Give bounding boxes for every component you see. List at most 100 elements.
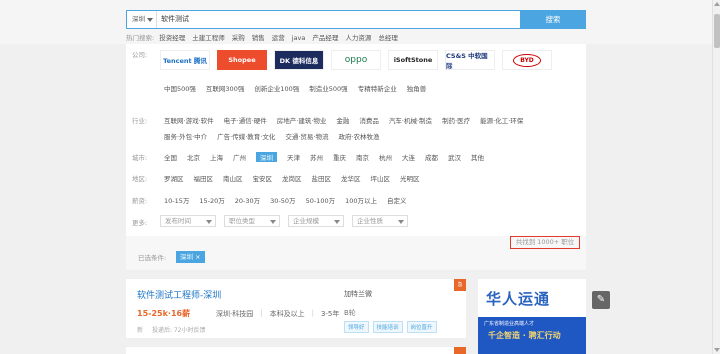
industry-option[interactable]: 服务·外包·中介 xyxy=(164,131,207,141)
industry-option[interactable]: 电子·通信·硬件 xyxy=(224,115,267,125)
page-scrollbar[interactable] xyxy=(712,0,720,354)
district-option[interactable]: 龙华区 xyxy=(341,173,361,183)
industry-option[interactable]: 消费品 xyxy=(359,115,379,125)
industry-option[interactable]: 汽车·机械·制造 xyxy=(389,115,432,125)
city-option[interactable]: 苏州 xyxy=(310,152,323,162)
job-education: 本科及以上 xyxy=(269,310,305,318)
city-option[interactable]: 武汉 xyxy=(448,152,461,162)
hot-term[interactable]: 投资经理 xyxy=(159,33,185,43)
salary-option[interactable]: 50-100万 xyxy=(306,195,336,205)
city-select[interactable]: 深圳 xyxy=(127,11,157,28)
company-category[interactable]: 互联网300强 xyxy=(206,83,244,93)
dropdown-label: 企业性质 xyxy=(357,217,383,225)
industry-option[interactable]: 房地产·建筑·物业 xyxy=(277,115,327,125)
salary-option[interactable]: 20-30万 xyxy=(235,195,260,205)
city-option[interactable]: 全国 xyxy=(164,152,177,162)
company-nature-dropdown[interactable]: 企业性质 xyxy=(352,215,408,227)
industry-option[interactable]: 交通·贸易·物流 xyxy=(285,131,328,141)
salary-option[interactable]: 自定义 xyxy=(387,195,407,205)
city-option[interactable]: 其他 xyxy=(471,152,484,162)
urgent-badge: 急 xyxy=(454,279,466,291)
search-bar: 深圳 软件测试 搜索 xyxy=(126,10,586,29)
industry-option[interactable]: 互联网·游戏·软件 xyxy=(164,115,214,125)
salary-option[interactable]: 100万以上 xyxy=(345,195,377,205)
company-category[interactable]: 制造业500强 xyxy=(309,83,347,93)
ad-line-2: 千企智造 · 聘汇行动 xyxy=(488,331,561,340)
chevron-down-icon xyxy=(398,220,404,224)
industry-option[interactable]: 广告·传媒·教育·文化 xyxy=(217,131,275,141)
city-option-active[interactable]: 深圳 xyxy=(256,152,277,162)
city-option[interactable]: 大连 xyxy=(402,152,415,162)
company-name[interactable]: 加特兰微 xyxy=(344,289,372,299)
company-logo-isoftstone[interactable]: iSoftStone xyxy=(388,50,438,70)
scroll-down-icon[interactable] xyxy=(714,348,720,352)
company-stage: B轮 xyxy=(344,309,356,317)
more-dropdowns: 发布时间 职位类型 企业规模 企业性质 xyxy=(160,215,416,227)
industry-option[interactable]: 能源·化工·环保 xyxy=(480,115,523,125)
company-category[interactable]: 独角兽 xyxy=(407,83,427,93)
city-option[interactable]: 南京 xyxy=(356,152,369,162)
job-card[interactable]: 软件测试工程师-深圳 15-25k·16薪 深圳·科技园 | 本科及以上 | 3… xyxy=(126,278,466,338)
selected-tag-shenzhen[interactable]: 深圳 × xyxy=(176,251,205,263)
scrollbar-thumb[interactable] xyxy=(714,14,720,48)
industry-option[interactable]: 制药·医疗 xyxy=(442,115,470,125)
city-select-value: 深圳 xyxy=(132,15,145,23)
city-option[interactable]: 重庆 xyxy=(333,152,346,162)
feedback-icon[interactable]: ✎ xyxy=(592,291,610,309)
scroll-up-icon[interactable] xyxy=(714,2,720,6)
district-option[interactable]: 南山区 xyxy=(223,173,243,183)
hot-term[interactable]: 总经理 xyxy=(378,33,398,43)
company-category[interactable]: 中国500强 xyxy=(164,83,196,93)
district-option[interactable]: 宝安区 xyxy=(253,173,273,183)
company-category[interactable]: 专精特新企业 xyxy=(358,83,397,93)
district-label: 地区: xyxy=(132,175,148,183)
hot-term[interactable]: java xyxy=(292,33,306,43)
district-option[interactable]: 坪山区 xyxy=(371,173,391,183)
ad-banner[interactable]: 华人运通 广东省制造业高端人才 千企智造 · 聘汇行动 xyxy=(478,279,586,354)
job-perks: 领导好 技能培训 岗位晋升 xyxy=(344,321,441,333)
city-option[interactable]: 上海 xyxy=(210,152,223,162)
district-option[interactable]: 罗湖区 xyxy=(164,173,184,183)
district-option[interactable]: 龙岗区 xyxy=(282,173,302,183)
city-option[interactable]: 成都 xyxy=(425,152,438,162)
publish-time-dropdown[interactable]: 发布时间 xyxy=(160,215,216,227)
job-type-dropdown[interactable]: 职位类型 xyxy=(224,215,280,227)
company-logo-oppo[interactable]: oppo xyxy=(331,50,381,70)
selected-label: 已选条件: xyxy=(138,254,167,262)
hot-term[interactable]: 销售 xyxy=(252,33,265,43)
salary-option[interactable]: 10-15万 xyxy=(164,195,189,205)
salary-option[interactable]: 15-20万 xyxy=(199,195,224,205)
industry-option[interactable]: 政府·农林牧渔 xyxy=(338,131,379,141)
salary-option[interactable]: 30-50万 xyxy=(270,195,295,205)
district-option[interactable]: 盐田区 xyxy=(312,173,332,183)
ad-title: 华人运通 xyxy=(486,290,551,308)
hot-term[interactable]: 采购 xyxy=(232,33,245,43)
hot-term[interactable]: 产品经理 xyxy=(312,33,338,43)
industry-option[interactable]: 金融 xyxy=(336,115,349,125)
city-option[interactable]: 广州 xyxy=(233,152,246,162)
company-logo-byd[interactable]: BYD xyxy=(502,50,552,70)
company-logo-csi[interactable]: CS&S 中软国际 xyxy=(445,50,495,70)
company-category[interactable]: 创新企业100强 xyxy=(254,83,299,93)
divider: | xyxy=(260,309,263,317)
search-input[interactable]: 软件测试 xyxy=(161,11,189,28)
company-logo-shopee[interactable]: Shopee xyxy=(217,50,267,70)
city-option[interactable]: 北京 xyxy=(187,152,200,162)
company-logos: Tencent 腾讯 Shopee DK 德科信息 oppo iSoftSton… xyxy=(160,50,552,70)
job-salary: 15-25k·16薪 xyxy=(137,309,191,318)
hot-term[interactable]: 运营 xyxy=(272,33,285,43)
district-option[interactable]: 光明区 xyxy=(400,173,420,183)
search-button[interactable]: 搜索 xyxy=(520,10,586,29)
district-option[interactable]: 福田区 xyxy=(194,173,214,183)
job-title[interactable]: 软件测试工程师-深圳 xyxy=(137,288,221,301)
city-option[interactable]: 杭州 xyxy=(379,152,392,162)
hot-term[interactable]: 人力资源 xyxy=(345,33,371,43)
ad-line-1: 广东省制造业高端人才 xyxy=(484,321,535,327)
job-card[interactable] xyxy=(126,346,466,354)
company-label: 公司: xyxy=(132,51,148,59)
company-logo-dk[interactable]: DK 德科信息 xyxy=(274,50,324,70)
city-option[interactable]: 天津 xyxy=(287,152,300,162)
hot-term[interactable]: 土建工程师 xyxy=(192,33,225,43)
company-logo-tencent[interactable]: Tencent 腾讯 xyxy=(160,50,210,70)
company-size-dropdown[interactable]: 企业规模 xyxy=(288,215,344,227)
